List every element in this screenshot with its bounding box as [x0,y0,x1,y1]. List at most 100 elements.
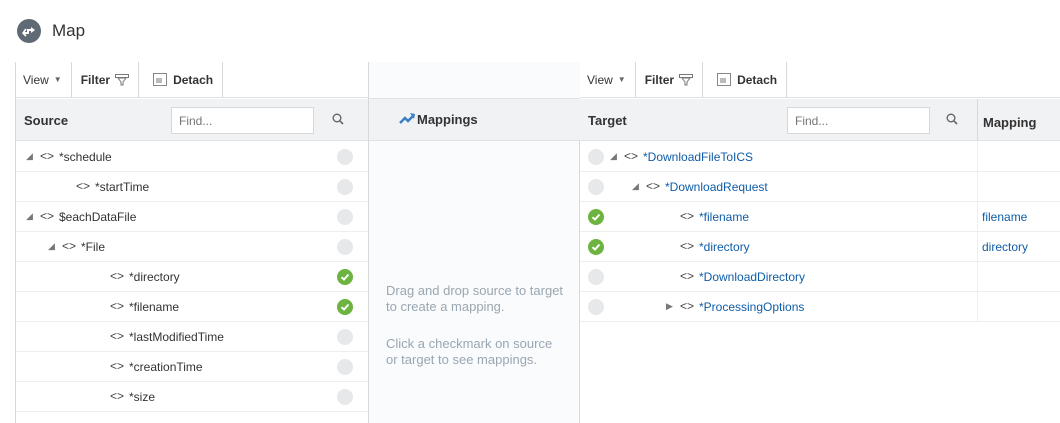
unmapped-status-icon[interactable] [337,329,353,345]
unmapped-status-icon[interactable] [588,299,604,315]
source-node-label: $eachDataFile [59,210,137,224]
target-node-label[interactable]: *directory [699,240,750,254]
mappings-title: Mappings [417,112,478,127]
source-column-title: Source [24,113,69,128]
source-tree-row[interactable]: <> *directory [16,262,368,292]
element-tag-icon: <> [62,239,77,253]
element-tag-icon: <> [40,209,55,223]
source-column-header: Source [16,99,368,141]
detach-icon [153,73,168,86]
element-tag-icon: <> [110,299,125,313]
expand-toggle-icon[interactable]: ◢ [632,181,639,192]
source-view-menu[interactable]: View ▼ [16,62,72,97]
unmapped-status-icon[interactable] [337,389,353,405]
expand-toggle-icon[interactable]: ◢ [610,151,617,162]
source-node-label: *directory [129,270,180,284]
chevron-down-icon: ▼ [617,75,626,84]
source-node-label: *filename [129,300,180,314]
target-filter-button[interactable]: Filter [636,62,704,97]
target-pane: View ▼ Filter Detach Target Mapping ◢ <> *… [580,62,1060,423]
target-search-input[interactable] [787,107,930,134]
mapped-check-icon[interactable] [337,269,353,285]
target-tree-row[interactable]: <> *DownloadDirectory [580,262,1060,292]
source-tree-row[interactable]: <> *lastModifiedTime [16,322,368,352]
mappings-help-drag: Drag and drop source to target to create… [386,283,564,314]
target-tree-row[interactable]: ◢ <> *DownloadFileToICS [580,142,1060,172]
unmapped-status-icon[interactable] [337,149,353,165]
target-tree-row[interactable]: <> *filename filename [580,202,1060,232]
search-icon[interactable] [332,113,344,125]
source-tree-row[interactable]: ◢ <> *File [16,232,368,262]
element-tag-icon: <> [680,209,695,223]
target-tree-row[interactable]: ◢ <> *DownloadRequest [580,172,1060,202]
unmapped-status-icon[interactable] [588,179,604,195]
unmapped-status-icon[interactable] [588,269,604,285]
source-node-label: *size [129,390,156,404]
source-tree-row[interactable]: <> *size [16,382,368,412]
target-tree-row[interactable]: <> *directory directory [580,232,1060,262]
element-tag-icon: <> [110,359,125,373]
target-node-label[interactable]: *DownloadDirectory [699,270,805,284]
source-detach-label: Detach [173,72,214,87]
element-tag-icon: <> [110,269,125,283]
source-tree: ◢ <> *schedule <> *startTime ◢ <> $eachDataFile… [16,142,368,412]
mapping-column-title: Mapping [983,115,1037,130]
map-icon [17,19,41,43]
chevron-down-icon: ▼ [53,75,62,84]
filter-icon [679,73,694,85]
unmapped-status-icon[interactable] [337,359,353,375]
element-tag-icon: <> [624,149,639,163]
source-search-input[interactable] [171,107,314,134]
source-tree-row[interactable]: <> *creationTime [16,352,368,382]
source-filter-button[interactable]: Filter [72,62,140,97]
expand-toggle-icon[interactable]: ◢ [48,241,55,252]
target-node-label[interactable]: *DownloadFileToICS [643,150,753,164]
unmapped-status-icon[interactable] [588,149,604,165]
target-view-menu[interactable]: View ▼ [580,62,636,97]
search-icon[interactable] [946,113,958,125]
source-node-label: *lastModifiedTime [129,330,224,344]
source-tree-row[interactable]: ◢ <> $eachDataFile [16,202,368,232]
mapping-cell [977,262,1060,292]
target-detach-button[interactable]: Detach [703,62,788,97]
mapped-check-icon[interactable] [588,209,604,225]
target-column-title: Target [588,113,627,128]
source-tree-row[interactable]: <> *startTime [16,172,368,202]
mappings-header: Mappings [369,99,580,141]
mapping-value-link[interactable]: directory [982,240,1028,254]
target-tree: ◢ <> *DownloadFileToICS ◢ <> *DownloadRequest… [580,142,1060,322]
source-node-label: *schedule [59,150,112,164]
target-node-label[interactable]: *filename [699,210,749,224]
unmapped-status-icon[interactable] [337,209,353,225]
unmapped-status-icon[interactable] [337,239,353,255]
element-tag-icon: <> [110,329,125,343]
source-node-label: *startTime [95,180,150,194]
target-node-label[interactable]: *ProcessingOptions [699,300,804,314]
source-tree-row[interactable]: <> *filename [16,292,368,322]
source-toolbar: View ▼ Filter Detach [16,62,368,98]
mapping-cell [977,292,1060,322]
element-tag-icon: <> [76,179,91,193]
source-node-label: *File [81,240,106,254]
mapping-cell [977,142,1060,172]
expand-toggle-icon[interactable]: ◢ [26,211,33,222]
target-detach-label: Detach [737,72,778,87]
detach-icon [717,73,732,86]
source-tree-row[interactable]: ◢ <> *schedule [16,142,368,172]
mapping-value-link[interactable]: filename [982,210,1027,224]
mapped-check-icon[interactable] [337,299,353,315]
target-tree-row[interactable]: ▶ <> *ProcessingOptions [580,292,1060,322]
element-tag-icon: <> [680,299,695,313]
target-node-label[interactable]: *DownloadRequest [665,180,768,194]
source-detach-button[interactable]: Detach [139,62,224,97]
mappings-pane: Mappings Drag and drop source to target … [369,62,580,423]
mapping-cell: directory [977,232,1060,262]
mapped-check-icon[interactable] [588,239,604,255]
source-node-label: *creationTime [129,360,203,374]
filter-icon [115,73,130,85]
page-title: Map [52,21,86,40]
expand-toggle-icon[interactable]: ▶ [666,301,673,312]
expand-toggle-icon[interactable]: ◢ [26,151,33,162]
unmapped-status-icon[interactable] [337,179,353,195]
page-header: Map [0,0,1060,62]
